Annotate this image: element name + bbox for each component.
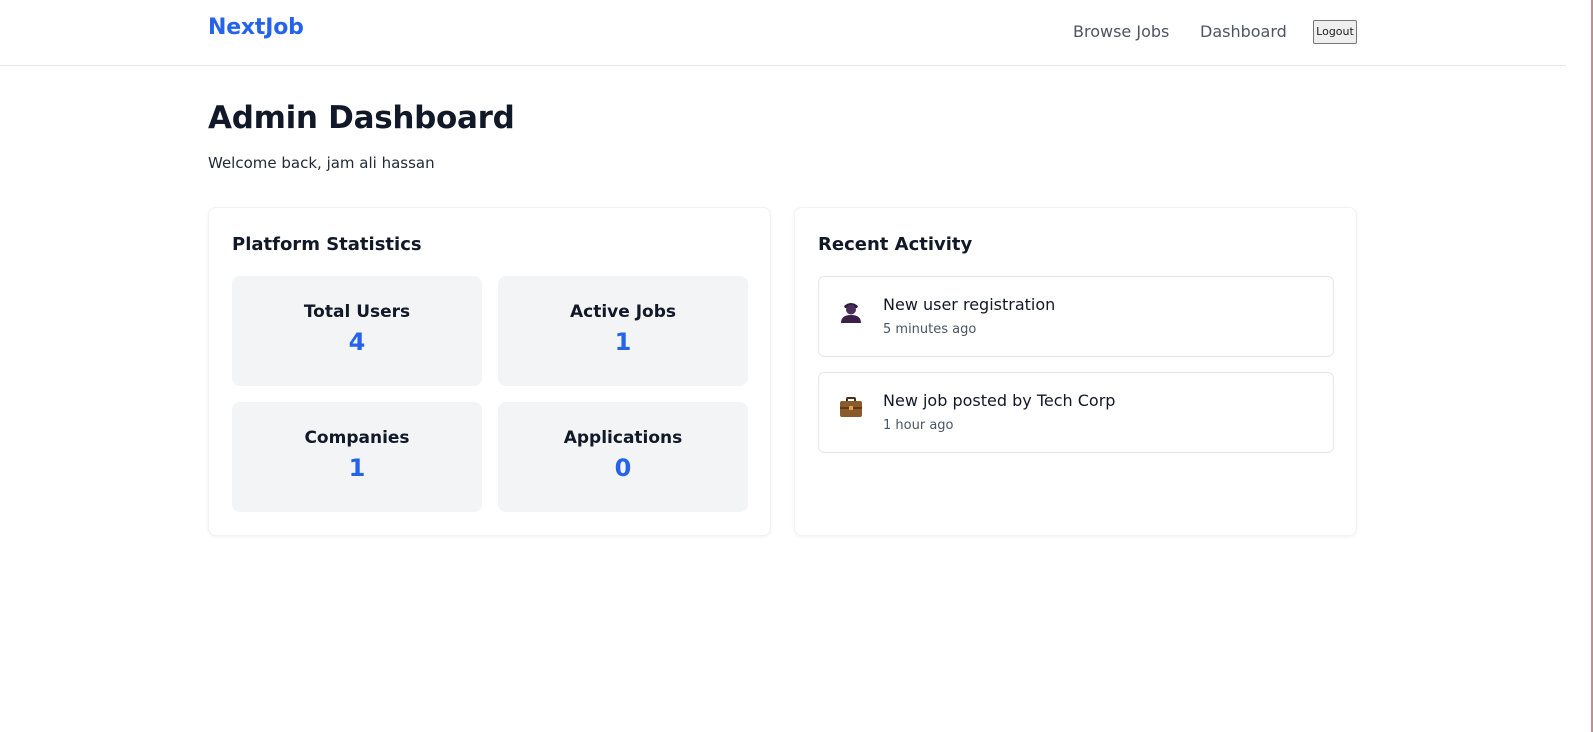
stat-value: 0: [614, 454, 632, 482]
activity-text: New job posted by Tech Corp: [883, 391, 1116, 410]
activity-time: 5 minutes ago: [883, 322, 977, 337]
stat-tile-active-jobs: Active Jobs 1: [498, 276, 748, 386]
nav-browse-jobs[interactable]: Browse Jobs: [1073, 22, 1169, 41]
stat-label: Companies: [304, 428, 410, 448]
activity-item: New user registration 5 minutes ago: [818, 276, 1334, 357]
platform-statistics-card: Platform Statistics Total Users 4 Active…: [208, 207, 771, 536]
logout-button[interactable]: Logout: [1313, 20, 1357, 44]
stat-tile-total-users: Total Users 4: [232, 276, 482, 386]
activity-item: New job posted by Tech Corp 1 hour ago: [818, 372, 1334, 453]
nav-dashboard[interactable]: Dashboard: [1200, 22, 1287, 41]
stat-label: Total Users: [303, 302, 411, 322]
app-viewport: NextJob Browse Jobs Dashboard Logout Adm…: [0, 0, 1593, 732]
stat-label: Active Jobs: [569, 302, 676, 322]
stat-label: Applications: [563, 428, 683, 448]
brand-logo[interactable]: NextJob: [208, 15, 304, 40]
stats-card-title: Platform Statistics: [232, 234, 422, 255]
stat-value: 1: [348, 454, 366, 482]
user-icon: [841, 303, 861, 323]
top-navbar: NextJob Browse Jobs Dashboard Logout: [0, 0, 1566, 66]
activity-text: New user registration: [883, 295, 1056, 314]
stat-tile-applications: Applications 0: [498, 402, 748, 512]
page-title: Admin Dashboard: [208, 100, 515, 136]
recent-activity-card: Recent Activity New user registration 5 …: [794, 207, 1357, 536]
briefcase-icon: [840, 397, 862, 417]
welcome-message: Welcome back, jam ali hassan: [208, 154, 435, 172]
stat-value: 1: [614, 328, 632, 356]
stat-value: 4: [348, 328, 366, 356]
activity-card-title: Recent Activity: [818, 234, 973, 255]
scrollbar-track[interactable]: [1566, 0, 1591, 732]
activity-time: 1 hour ago: [883, 418, 954, 433]
stat-tile-companies: Companies 1: [232, 402, 482, 512]
